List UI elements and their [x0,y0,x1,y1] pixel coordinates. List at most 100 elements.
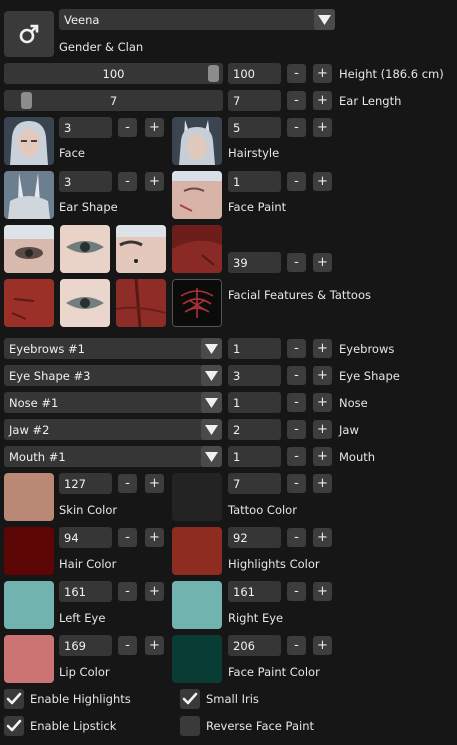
eyebrows-dropdown[interactable]: Eyebrows #1 [4,338,222,359]
tattoo-color-value[interactable]: 7 [228,473,281,494]
height-slider-handle[interactable] [208,65,219,82]
facial-features-plus-button[interactable]: + [313,253,332,272]
eyebrows-label: Eyebrows [339,342,395,356]
nose-plus-button[interactable]: + [313,393,332,412]
reverse-face-paint-checkbox[interactable] [180,716,200,736]
nose-label: Nose [339,396,368,410]
facial-feature-thumbnail[interactable] [60,225,110,273]
nose-minus-button[interactable]: - [287,393,306,412]
jaw-dropdown[interactable]: Jaw #2 [4,419,222,440]
hair-color-minus-button[interactable]: - [118,528,137,547]
left-eye-value[interactable]: 161 [59,581,112,602]
facial-features-minus-button[interactable]: - [287,253,306,272]
ear-shape-plus-button[interactable]: + [145,172,164,191]
face-paint-color-plus-button[interactable]: + [313,636,332,655]
lip-color-plus-button[interactable]: + [145,636,164,655]
hairstyle-plus-button[interactable]: + [313,118,332,137]
tattoo-thumbnail[interactable] [172,279,222,327]
eye-shape-dropdown[interactable]: Eye Shape #3 [4,365,222,386]
tattoo-color-swatch[interactable] [172,473,222,521]
facial-feature-thumbnail[interactable] [4,225,54,273]
height-minus-button[interactable]: - [287,64,306,83]
eyebrows-value[interactable]: 1 [228,338,281,359]
lip-color-value[interactable]: 169 [59,635,112,656]
ear-length-slider[interactable]: 7 [4,90,223,111]
facial-feature-thumbnail[interactable] [60,279,110,327]
highlights-color-swatch[interactable] [172,527,222,575]
eye-shape-value[interactable]: 3 [228,365,281,386]
facial-feature-thumbnail[interactable] [4,279,54,327]
face-value[interactable]: 3 [59,117,112,138]
highlights-color-minus-button[interactable]: - [287,528,306,547]
nose-dropdown[interactable]: Nose #1 [4,392,222,413]
gender-button[interactable] [4,11,54,57]
face-paint-thumbnail[interactable] [172,171,222,219]
eyebrows-minus-button[interactable]: - [287,339,306,358]
face-paint-plus-button[interactable]: + [313,172,332,191]
skin-color-value[interactable]: 127 [59,473,112,494]
hair-color-value[interactable]: 94 [59,527,112,548]
height-label: Height (186.6 cm) [339,67,444,81]
mouth-dropdown[interactable]: Mouth #1 [4,446,222,467]
eye-shape-plus-button[interactable]: + [313,366,332,385]
right-eye-minus-button[interactable]: - [287,582,306,601]
ear-length-plus-button[interactable]: + [313,91,332,110]
face-paint-minus-button[interactable]: - [287,172,306,191]
hairstyle-value[interactable]: 5 [228,117,281,138]
highlights-color-plus-button[interactable]: + [313,528,332,547]
face-paint-color-value[interactable]: 206 [228,635,281,656]
skin-color-swatch[interactable] [4,473,54,521]
left-eye-plus-button[interactable]: + [145,582,164,601]
face-thumbnail[interactable] [4,117,54,165]
tattoo-color-minus-button[interactable]: - [287,474,306,493]
ear-shape-value[interactable]: 3 [59,171,112,192]
mouth-value[interactable]: 1 [228,446,281,467]
enable-highlights-checkbox[interactable] [4,689,24,709]
face-minus-button[interactable]: - [118,118,137,137]
facial-feature-thumbnail[interactable] [172,225,222,273]
facial-feature-thumbnail[interactable] [116,279,166,327]
ear-shape-thumbnail[interactable] [4,171,54,219]
hairstyle-thumbnail[interactable] [172,117,222,165]
face-paint-color-minus-button[interactable]: - [287,636,306,655]
tattoo-color-plus-button[interactable]: + [313,474,332,493]
right-eye-swatch[interactable] [172,581,222,629]
race-dropdown[interactable]: Veena [59,9,335,30]
nose-value[interactable]: 1 [228,392,281,413]
right-eye-value[interactable]: 161 [228,581,281,602]
jaw-minus-button[interactable]: - [287,420,306,439]
face-plus-button[interactable]: + [145,118,164,137]
face-paint-value[interactable]: 1 [228,171,281,192]
hair-color-swatch[interactable] [4,527,54,575]
jaw-plus-button[interactable]: + [313,420,332,439]
ear-length-value[interactable]: 7 [228,90,281,111]
ear-length-minus-button[interactable]: - [287,91,306,110]
left-eye-swatch[interactable] [4,581,54,629]
right-eye-plus-button[interactable]: + [313,582,332,601]
eyebrows-plus-button[interactable]: + [313,339,332,358]
lip-color-minus-button[interactable]: - [118,636,137,655]
ear-shape-minus-button[interactable]: - [118,172,137,191]
height-value[interactable]: 100 [228,63,281,84]
facial-features-value[interactable]: 39 [228,252,281,273]
hairstyle-minus-button[interactable]: - [287,118,306,137]
gender-clan-label: Gender & Clan [59,40,144,54]
facial-feature-thumbnail[interactable] [116,225,166,273]
highlights-color-value[interactable]: 92 [228,527,281,548]
mouth-plus-button[interactable]: + [313,447,332,466]
height-plus-button[interactable]: + [313,64,332,83]
enable-lipstick-checkbox[interactable] [4,716,24,736]
lip-color-swatch[interactable] [4,635,54,683]
skin-color-minus-button[interactable]: - [118,474,137,493]
hair-color-plus-button[interactable]: + [145,528,164,547]
small-iris-checkbox[interactable] [180,689,200,709]
mouth-minus-button[interactable]: - [287,447,306,466]
ear-length-slider-handle[interactable] [21,92,32,109]
height-slider[interactable]: 100 [4,63,223,84]
jaw-value[interactable]: 2 [228,419,281,440]
skin-color-plus-button[interactable]: + [145,474,164,493]
face-paint-color-swatch[interactable] [172,635,222,683]
checkmark-icon [182,692,198,705]
eye-shape-minus-button[interactable]: - [287,366,306,385]
left-eye-minus-button[interactable]: - [118,582,137,601]
